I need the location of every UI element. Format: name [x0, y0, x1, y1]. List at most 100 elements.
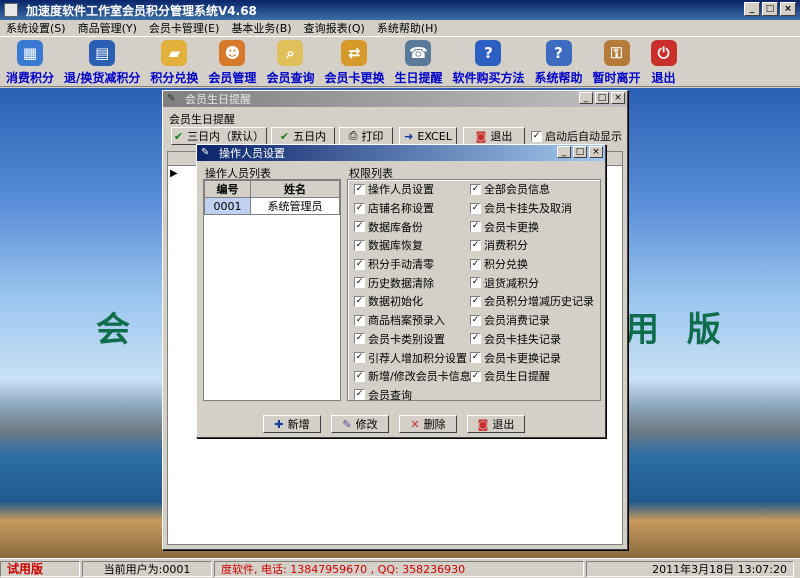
- menu-basic-business[interactable]: 基本业务(B): [231, 20, 291, 36]
- window-icon: ✎: [201, 147, 210, 158]
- birthday-exit-button[interactable]: ◙ 退出: [463, 127, 525, 145]
- table-row[interactable]: 0001 系统管理员: [203, 197, 340, 215]
- permission-checkbox[interactable]: ✓ 数据库备份: [354, 217, 478, 236]
- close-icon[interactable]: ×: [780, 2, 796, 16]
- operator-exit-button[interactable]: ◙ 退出: [467, 415, 525, 433]
- key-icon: ⚿: [603, 40, 630, 66]
- operator-table: 编号 姓名 0001 系统管理员: [203, 180, 340, 215]
- permission-checkbox[interactable]: ✓ 操作人员设置: [354, 180, 478, 199]
- permissions-left-column: ✓ 操作人员设置 ✓ 店铺名称设置 ✓ 数据库备份 ✓ 数据库恢复 ✓ 积分手动清零 ✓ 历…: [354, 180, 478, 404]
- menu-reports[interactable]: 查询报表(Q): [304, 20, 365, 36]
- close-icon[interactable]: ×: [611, 92, 625, 104]
- app-title: 加速度软件工作室会员积分管理系统V4.68: [26, 3, 257, 18]
- search-card-icon: ⌕: [277, 40, 304, 66]
- toolbar-consume-points-button[interactable]: ▦ 消费积分: [2, 38, 58, 86]
- three-days-button[interactable]: ✔ 三日内（默认）: [171, 127, 267, 145]
- row-pointer-icon: ▶: [170, 168, 178, 179]
- permission-checkbox[interactable]: ✓ 会员卡更换记录: [470, 348, 598, 367]
- status-bar: 试用版 当前用户为:0001 度软件, 电话: 13847959670 , QQ…: [0, 558, 800, 578]
- excel-button[interactable]: ➜ EXCEL: [399, 127, 457, 145]
- help-icon: ?: [475, 40, 502, 66]
- plus-icon: ✚: [274, 417, 284, 431]
- permission-checkbox[interactable]: ✓ 会员卡类别设置: [354, 330, 478, 349]
- edit-operator-button[interactable]: ✎ 修改: [331, 415, 389, 433]
- permission-checkbox[interactable]: ✓ 会员卡挂失记录: [470, 330, 598, 349]
- menu-bar: 系统设置(S) 商品管理(Y) 会员卡管理(E) 基本业务(B) 查询报表(Q)…: [0, 20, 800, 37]
- birthday-window-titlebar: ✎ 会员生日提醒 _ □ ×: [163, 91, 627, 107]
- toolbar-member-search-button[interactable]: ⌕ 会员查询: [262, 38, 318, 86]
- minimize-icon[interactable]: _: [557, 146, 571, 158]
- pencil-icon: ✎: [342, 417, 352, 431]
- toolbar-exit-button[interactable]: ⏻ 退出: [647, 38, 681, 86]
- permissions-right-column: ✓ 全部会员信息 ✓ 会员卡挂失及取消 ✓ 会员卡更换 ✓ 消费积分 ✓ 积分兑换 ✓ 退货…: [470, 180, 598, 386]
- toolbar-redeem-points-button[interactable]: ▰ 积分兑换: [146, 38, 202, 86]
- permission-checkbox[interactable]: ✓ 会员生日提醒: [470, 367, 598, 386]
- help-book-icon: ?: [545, 40, 572, 66]
- users-icon: ☻: [219, 40, 246, 66]
- permission-checkbox[interactable]: ✓ 会员卡挂失及取消: [470, 199, 598, 218]
- permission-checkbox[interactable]: ✓ 数据初始化: [354, 292, 478, 311]
- add-operator-button[interactable]: ✚ 新增: [263, 415, 321, 433]
- permission-checkbox[interactable]: ✓ 引荐人增加积分设置: [354, 348, 478, 367]
- table-cell: 0001: [203, 197, 252, 215]
- contact-info: 度软件, 电话: 13847959670 , QQ: 358236930: [214, 560, 584, 577]
- birthday-group-label: 会员生日提醒: [169, 113, 235, 126]
- permission-checkbox[interactable]: ✓ 数据库恢复: [354, 236, 478, 255]
- delete-operator-button[interactable]: ✕ 删除: [399, 415, 457, 433]
- app-title-bar: 加速度软件工作室会员积分管理系统V4.68 _ □ ×: [0, 0, 800, 20]
- menu-help[interactable]: 系统帮助(H): [377, 20, 438, 36]
- arrow-right-icon: ➜: [404, 129, 414, 143]
- maximize-icon[interactable]: □: [762, 2, 778, 16]
- toolbar-return-points-button[interactable]: ▤ 退/换货减积分: [60, 38, 144, 86]
- close-icon[interactable]: ×: [589, 146, 603, 158]
- exit-icon: ◙: [475, 129, 487, 143]
- exit-icon: ⏻: [650, 40, 677, 66]
- toolbar-lock-button[interactable]: ⚿ 暂时离开: [589, 38, 645, 86]
- maximize-icon[interactable]: □: [573, 146, 587, 158]
- calculator-icon: ▦: [17, 40, 43, 66]
- permission-checkbox[interactable]: ✓ 积分手动清零: [354, 255, 478, 274]
- document-return-icon: ▤: [89, 40, 116, 66]
- permission-checkbox[interactable]: ✓ 会员查询: [354, 386, 478, 405]
- toolbar-purchase-method-button[interactable]: ? 软件购买方法: [448, 38, 528, 86]
- permission-list: ✓ 操作人员设置 ✓ 店铺名称设置 ✓ 数据库备份 ✓ 数据库恢复 ✓ 积分手动清零 ✓ 历…: [347, 179, 601, 404]
- toolbar-card-exchange-button[interactable]: ⇄ 会员卡更换: [320, 38, 388, 86]
- printer-icon: ⎙: [348, 129, 358, 142]
- check-icon: ✔: [173, 129, 184, 143]
- five-days-button[interactable]: ✔ 五日内: [271, 127, 335, 145]
- permission-checkbox[interactable]: ✓ 历史数据清除: [354, 273, 478, 292]
- menu-system-settings[interactable]: 系统设置(S): [6, 20, 66, 36]
- operator-settings-window: ✎ 操作人员设置 _ □ × 操作人员列表 编号 姓名 0001 系统管理员 权…: [196, 144, 606, 438]
- permission-checkbox[interactable]: ✓ 消费积分: [470, 236, 598, 255]
- trial-badge: 试用版: [0, 560, 80, 577]
- permission-checkbox[interactable]: ✓ 会员积分增减历史记录: [470, 292, 598, 311]
- phone-icon: ☎: [405, 40, 432, 66]
- permission-checkbox[interactable]: ✓ 新增/修改会员卡信息: [354, 367, 478, 386]
- column-header[interactable]: 姓名: [250, 180, 340, 198]
- menu-product-management[interactable]: 商品管理(Y): [78, 20, 137, 36]
- permission-checkbox[interactable]: ✓ 退货减积分: [470, 273, 598, 292]
- permission-checkbox[interactable]: ✓ 全部会员信息: [470, 180, 598, 199]
- toolbar-system-help-button[interactable]: ? 系统帮助: [531, 38, 587, 86]
- permission-checkbox[interactable]: ✓ 会员消费记录: [470, 311, 598, 330]
- print-button[interactable]: ⎙ 打印: [339, 127, 393, 145]
- permission-checkbox[interactable]: ✓ 店铺名称设置: [354, 199, 478, 218]
- operator-list[interactable]: 编号 姓名 0001 系统管理员: [203, 179, 341, 401]
- card-exchange-icon: ⇄: [341, 40, 368, 66]
- menu-member-card-management[interactable]: 会员卡管理(E): [149, 20, 220, 36]
- minimize-icon[interactable]: _: [579, 92, 593, 104]
- delete-x-icon: ✕: [410, 417, 420, 431]
- permission-checkbox[interactable]: ✓ 商品档案预录入: [354, 311, 478, 330]
- column-header[interactable]: 编号: [203, 180, 252, 198]
- check-icon: ✔: [279, 129, 290, 143]
- permission-checkbox[interactable]: ✓ 积分兑换: [470, 255, 598, 274]
- maximize-icon[interactable]: □: [595, 92, 609, 104]
- operator-window-titlebar: ✎ 操作人员设置 _ □ ×: [197, 145, 605, 161]
- toolbar-member-management-button[interactable]: ☻ 会员管理: [204, 38, 260, 86]
- window-icon: ✎: [167, 93, 176, 104]
- background-text-right: 用 版: [625, 310, 729, 350]
- permission-checkbox[interactable]: ✓ 会员卡更换: [470, 217, 598, 236]
- autoshow-checkbox[interactable]: ✓ 启动后自动显示: [531, 127, 622, 146]
- minimize-icon[interactable]: _: [744, 2, 760, 16]
- toolbar-birthday-reminder-button[interactable]: ☎ 生日提醒: [390, 38, 446, 86]
